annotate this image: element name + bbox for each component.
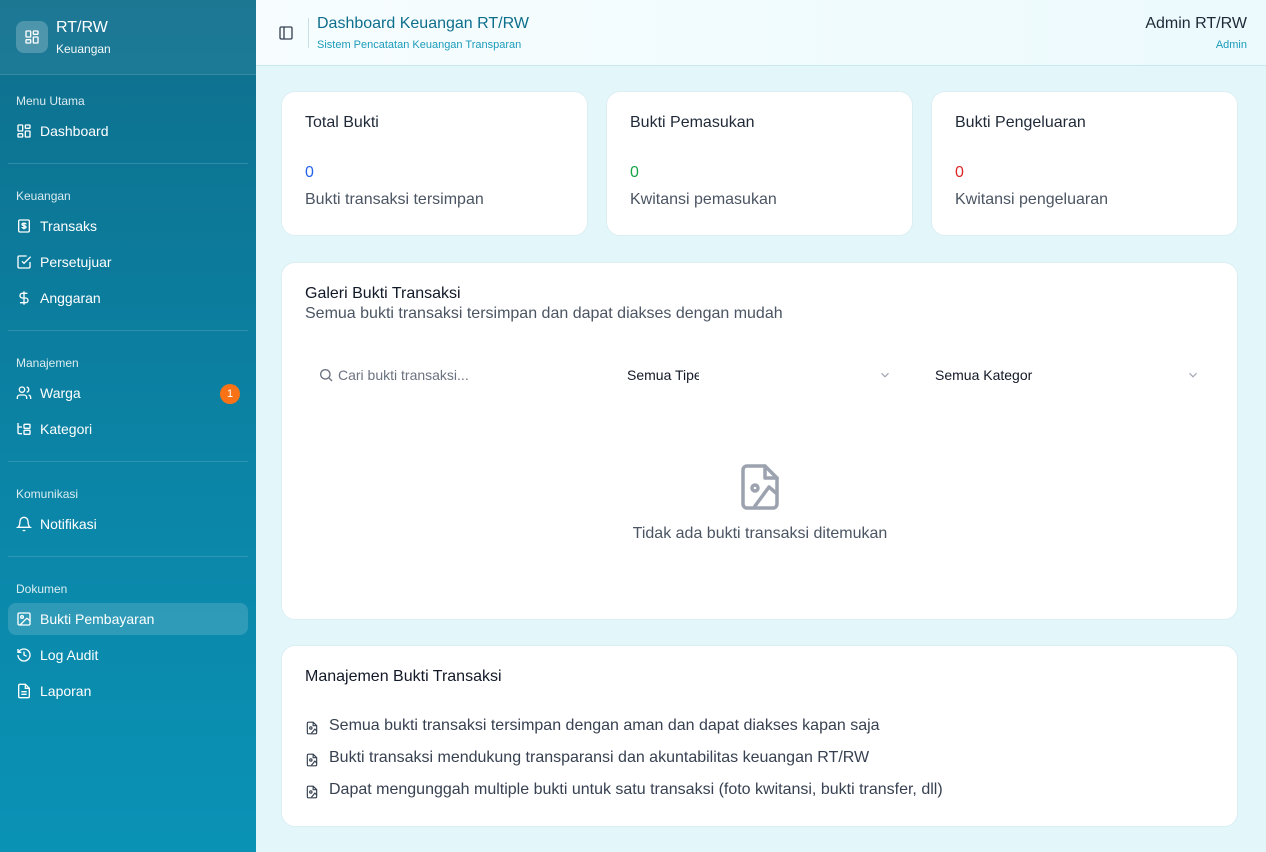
chevron-down-icon [1189, 372, 1197, 378]
users-icon [16, 386, 32, 399]
brand-subtitle: Keuangan [56, 41, 111, 56]
divider [8, 556, 248, 557]
sidebar-item-label: Persetujuar [40, 254, 112, 270]
stat-description: Kwitansi pemasukan [630, 191, 777, 208]
stat-card-bukti-pengeluaran: Bukti Pengeluaran 0 Kwitansi pengeluaran [931, 91, 1238, 236]
sidebar-item-warga[interactable]: Warga 1 [8, 377, 248, 409]
list-item: Semua bukti transaksi tersimpan dengan a… [305, 717, 880, 735]
divider [8, 330, 248, 331]
sidebar-item-persetujuan[interactable]: Persetujuar [8, 246, 248, 278]
image-icon [17, 612, 31, 626]
type-select-value: Semua Tipe [627, 367, 699, 383]
category-select-value: Semua Kategor [935, 367, 1033, 383]
brand-title: RT/RW [56, 18, 108, 36]
list-item: Dapat mengunggah multiple bukti untuk sa… [305, 781, 943, 799]
user-name[interactable]: Admin RT/RW [1145, 15, 1247, 33]
empty-state-text: Tidak ada bukti transaksi ditemukan [632, 525, 888, 542]
nav-group-keuangan: Keuangan Transaks Persetujuar Anggaran [0, 186, 256, 314]
sidebar-item-dashboard[interactable]: Dashboard [8, 115, 248, 147]
file-image-icon [306, 721, 318, 735]
bell-icon [16, 516, 32, 532]
search-input[interactable] [338, 362, 608, 388]
management-title: Manajemen Bukti Transaksi [305, 668, 502, 685]
group-label: Manajemen [16, 356, 79, 370]
sidebar-item-label: Notifikasi [40, 516, 97, 532]
nav-group-menu-utama: Menu Utama Dashboard [0, 91, 256, 147]
sidebar-item-notifikasi[interactable]: Notifikasi [8, 508, 248, 540]
sidebar-item-label: Dashboard [40, 123, 109, 139]
stat-card-bukti-pemasukan: Bukti Pemasukan 0 Kwitansi pemasukan [606, 91, 913, 236]
brand[interactable]: RT/RW Keuangan [0, 0, 256, 75]
sidebar-item-laporan[interactable]: Laporan [8, 675, 248, 707]
file-image-icon [306, 785, 318, 799]
sidebar-item-anggaran[interactable]: Anggaran [8, 282, 248, 314]
file-text-icon [18, 683, 30, 699]
category-select[interactable]: Semua Kategor [935, 362, 1201, 388]
file-image-icon [306, 753, 318, 767]
gallery-card: Galeri Bukti Transaksi Semua bukti trans… [281, 262, 1238, 620]
user-role: Admin [1215, 39, 1247, 51]
nav-group-komunikasi: Komunikasi Notifikasi [0, 484, 256, 540]
search-icon [320, 369, 333, 382]
list-item-text: Semua bukti transaksi tersimpan dengan a… [329, 717, 880, 734]
layout-grid-icon [17, 124, 31, 138]
sidebar-item-label: Warga [40, 385, 81, 401]
chevron-down-icon [881, 372, 889, 378]
type-select[interactable]: Semua Tipe [627, 362, 893, 388]
sidebar-toggle-icon[interactable] [278, 25, 294, 41]
divider [8, 163, 248, 164]
sidebar-item-log-audit[interactable]: Log Audit [8, 639, 248, 671]
list-item-text: Bukti transaksi mendukung transparansi d… [329, 749, 870, 766]
top-header: Dashboard Keuangan RT/RW Sistem Pencatat… [256, 0, 1266, 66]
divider [8, 461, 248, 462]
gallery-title: Galeri Bukti Transaksi [305, 285, 461, 302]
sidebar-item-label: Laporan [40, 683, 92, 699]
page-title: Dashboard Keuangan RT/RW [317, 15, 529, 32]
sidebar-item-label: Anggaran [40, 290, 101, 306]
notification-badge: 1 [220, 384, 240, 404]
gallery-subtitle: Semua bukti transaksi tersimpan dan dapa… [305, 305, 783, 322]
stat-value: 0 [305, 164, 314, 181]
header-separator [308, 18, 309, 48]
nav-group-dokumen: Dokumen Bukti Pembayaran Log Audit Lapor… [0, 579, 256, 707]
receipt-icon [18, 219, 30, 233]
group-label: Dokumen [16, 582, 68, 596]
sidebar-item-label: Bukti Pembayaran [40, 611, 155, 627]
group-label: Keuangan [16, 189, 71, 203]
stat-title: Bukti Pengeluaran [955, 114, 1086, 131]
sidebar-item-label: Transaks [40, 218, 98, 234]
history-icon [17, 648, 31, 662]
management-card: Manajemen Bukti Transaksi Semua bukti tr… [281, 645, 1238, 827]
sidebar-item-transaksi[interactable]: Transaks [8, 210, 248, 242]
nav-group-manajemen: Manajemen Warga 1 Kategori [0, 353, 256, 445]
sidebar-item-kategori[interactable]: Kategori [8, 413, 248, 445]
group-label: Menu Utama [16, 94, 85, 108]
stat-value: 0 [630, 164, 639, 181]
sidebar-item-label: Log Audit [40, 647, 99, 663]
folder-tree-icon [17, 423, 31, 435]
layout-grid-icon [16, 21, 48, 53]
sidebar: RT/RW Keuangan Menu Utama Dashboard Keua… [0, 0, 256, 852]
file-image-icon [741, 464, 779, 510]
sidebar-item-bukti-pembayaran[interactable]: Bukti Pembayaran [8, 603, 248, 635]
list-item: Bukti transaksi mendukung transparansi d… [305, 749, 869, 767]
dollar-icon [19, 291, 29, 305]
stat-description: Bukti transaksi tersimpan [305, 191, 484, 208]
list-item-text: Dapat mengunggah multiple bukti untuk sa… [329, 781, 943, 798]
sidebar-item-label: Kategori [40, 421, 93, 437]
stat-card-total-bukti: Total Bukti 0 Bukti transaksi tersimpan [281, 91, 588, 236]
stat-title: Bukti Pemasukan [630, 114, 755, 131]
page-subtitle: Sistem Pencatatan Keuangan Transparan [317, 39, 522, 51]
stat-title: Total Bukti [305, 114, 379, 131]
check-square-icon [17, 255, 32, 269]
group-label: Komunikasi [16, 487, 79, 501]
stat-description: Kwitansi pengeluaran [955, 191, 1108, 208]
stat-value: 0 [955, 164, 964, 181]
